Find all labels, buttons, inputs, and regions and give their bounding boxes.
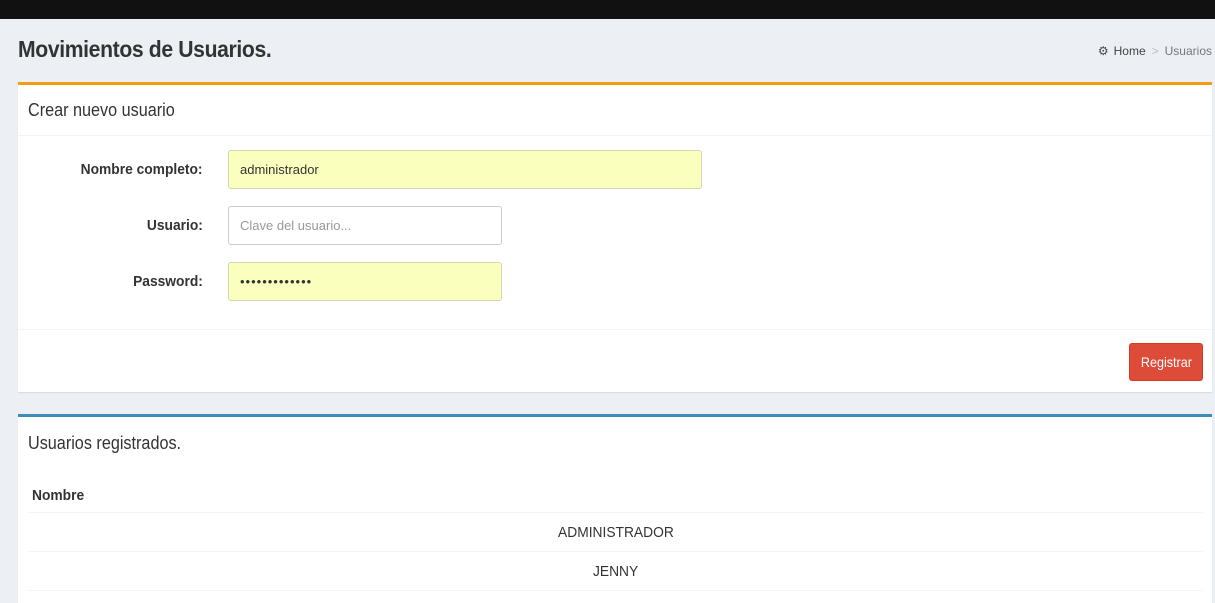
form-row-password: Password: <box>18 262 502 301</box>
password-label: Password: <box>133 273 203 290</box>
users-table: Nombre ADMINISTRADOR JENNY <box>28 477 1203 591</box>
dashboard-icon: ⚙ <box>1097 44 1109 58</box>
table-row: JENNY <box>28 551 1203 591</box>
usuario-label: Usuario: <box>147 217 203 234</box>
registered-users-header: Usuarios registrados. <box>28 433 182 453</box>
breadcrumb-separator: > <box>1151 44 1159 58</box>
form-row-nombre: Nombre completo: <box>18 150 702 189</box>
usuario-input[interactable] <box>228 206 502 245</box>
top-navbar <box>0 0 1215 19</box>
password-input[interactable] <box>228 262 502 301</box>
create-user-header: Crear nuevo usuario <box>18 85 1212 136</box>
table-header-row: Nombre <box>28 477 1203 513</box>
page-title: Movimientos de Usuarios. <box>18 36 272 62</box>
column-header-nombre: Nombre <box>28 477 1203 513</box>
create-user-footer: Registrar <box>18 329 1212 392</box>
registrar-button[interactable]: Registrar <box>1129 343 1203 381</box>
registered-users-box: Usuarios registrados. Nombre ADMINISTRAD… <box>18 414 1212 603</box>
nombre-completo-input[interactable] <box>228 150 702 189</box>
breadcrumb-home-link[interactable]: Home <box>1114 44 1146 58</box>
breadcrumb: ⚙ Home > Usuarios <box>1098 44 1212 58</box>
table-row: ADMINISTRADOR <box>28 512 1203 552</box>
table-cell-nombre: ADMINISTRADOR <box>28 512 1203 552</box>
create-user-box: Crear nuevo usuario Nombre completo: Usu… <box>18 82 1212 392</box>
nombre-completo-label: Nombre completo: <box>81 161 203 178</box>
breadcrumb-current: Usuarios <box>1164 44 1212 58</box>
form-row-usuario: Usuario: <box>18 206 502 245</box>
table-cell-nombre: JENNY <box>28 551 1203 591</box>
